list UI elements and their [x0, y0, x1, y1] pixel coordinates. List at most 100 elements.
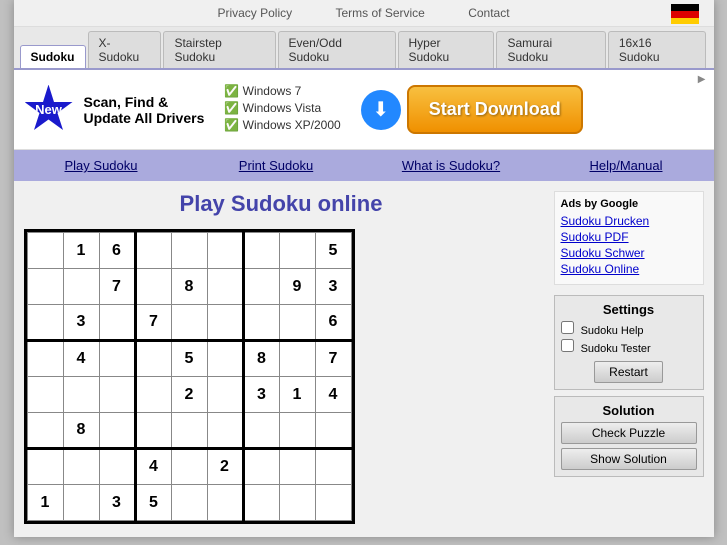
sudoku-cell-2-6[interactable]: [243, 305, 279, 341]
ad-link-1[interactable]: Sudoku Drucken: [561, 214, 697, 228]
tab-evenodd-sudoku[interactable]: Even/Odd Sudoku: [278, 31, 396, 68]
sudoku-cell-3-3[interactable]: [135, 341, 171, 377]
tab-x-sudoku[interactable]: X-Sudoku: [88, 31, 162, 68]
sudoku-cell-6-8[interactable]: [315, 449, 351, 485]
sudoku-cell-3-2[interactable]: [99, 341, 135, 377]
sudoku-cell-0-4[interactable]: [171, 233, 207, 269]
sudoku-cell-1-2[interactable]: 7: [99, 269, 135, 305]
sudoku-cell-4-4[interactable]: 2: [171, 377, 207, 413]
sudoku-cell-6-3[interactable]: 4: [135, 449, 171, 485]
tab-hyper-sudoku[interactable]: Hyper Sudoku: [398, 31, 495, 68]
sudoku-cell-6-2[interactable]: [99, 449, 135, 485]
sudoku-grid: 165789337645872314842135: [24, 229, 355, 524]
sudoku-cell-0-6[interactable]: [243, 233, 279, 269]
sudoku-cell-7-7[interactable]: [279, 485, 315, 521]
sudoku-cell-3-6[interactable]: 8: [243, 341, 279, 377]
sudoku-cell-0-8[interactable]: 5: [315, 233, 351, 269]
sudoku-cell-1-8[interactable]: 3: [315, 269, 351, 305]
sudoku-cell-5-3[interactable]: [135, 413, 171, 449]
sudoku-cell-5-6[interactable]: [243, 413, 279, 449]
sudoku-cell-2-1[interactable]: 3: [63, 305, 99, 341]
sudoku-cell-5-2[interactable]: [99, 413, 135, 449]
sudoku-cell-6-1[interactable]: [63, 449, 99, 485]
sudoku-cell-3-0[interactable]: [27, 341, 63, 377]
sudoku-cell-0-7[interactable]: [279, 233, 315, 269]
sudoku-cell-2-5[interactable]: [207, 305, 243, 341]
sudoku-cell-6-0[interactable]: [27, 449, 63, 485]
sudoku-cell-0-2[interactable]: 6: [99, 233, 135, 269]
sudoku-cell-0-0[interactable]: [27, 233, 63, 269]
sudoku-cell-0-1[interactable]: 1: [63, 233, 99, 269]
sudoku-cell-7-0[interactable]: 1: [27, 485, 63, 521]
sudoku-cell-4-8[interactable]: 4: [315, 377, 351, 413]
terms-of-service-link[interactable]: Terms of Service: [335, 6, 424, 20]
sudoku-cell-4-7[interactable]: 1: [279, 377, 315, 413]
left-column: Play Sudoku online 165789337645872314842…: [24, 191, 539, 527]
contact-link[interactable]: Contact: [468, 6, 509, 20]
sudoku-cell-0-5[interactable]: [207, 233, 243, 269]
sudoku-cell-7-5[interactable]: [207, 485, 243, 521]
sudoku-cell-1-0[interactable]: [27, 269, 63, 305]
sudoku-cell-5-4[interactable]: [171, 413, 207, 449]
sudoku-cell-0-3[interactable]: [135, 233, 171, 269]
sudoku-cell-2-3[interactable]: 7: [135, 305, 171, 341]
sudoku-cell-1-4[interactable]: 8: [171, 269, 207, 305]
sudoku-cell-7-1[interactable]: [63, 485, 99, 521]
sudoku-cell-2-0[interactable]: [27, 305, 63, 341]
sudoku-tester-checkbox[interactable]: [561, 339, 574, 352]
sudoku-cell-2-2[interactable]: [99, 305, 135, 341]
sudoku-cell-4-5[interactable]: [207, 377, 243, 413]
ad-link-2[interactable]: Sudoku PDF: [561, 230, 697, 244]
sudoku-cell-2-8[interactable]: 6: [315, 305, 351, 341]
sudoku-cell-4-6[interactable]: 3: [243, 377, 279, 413]
sudoku-cell-1-3[interactable]: [135, 269, 171, 305]
sudoku-cell-4-3[interactable]: [135, 377, 171, 413]
check-puzzle-button[interactable]: Check Puzzle: [561, 422, 697, 444]
tab-stairstep-sudoku[interactable]: Stairstep Sudoku: [163, 31, 275, 68]
sudoku-cell-7-2[interactable]: 3: [99, 485, 135, 521]
sudoku-cell-6-4[interactable]: [171, 449, 207, 485]
start-download-button[interactable]: Start Download: [407, 85, 583, 134]
sudoku-cell-5-5[interactable]: [207, 413, 243, 449]
sudoku-cell-3-5[interactable]: [207, 341, 243, 377]
show-solution-button[interactable]: Show Solution: [561, 448, 697, 470]
tab-sudoku[interactable]: Sudoku: [20, 45, 86, 68]
settings-title: Settings: [561, 302, 697, 317]
sudoku-help-checkbox[interactable]: [561, 321, 574, 334]
tab-16x16-sudoku[interactable]: 16x16 Sudoku: [608, 31, 706, 68]
sudoku-cell-6-5[interactable]: 2: [207, 449, 243, 485]
nav-what-is-sudoku[interactable]: What is Sudoku?: [364, 150, 539, 181]
sudoku-cell-3-1[interactable]: 4: [63, 341, 99, 377]
sudoku-cell-5-0[interactable]: [27, 413, 63, 449]
sudoku-cell-6-6[interactable]: [243, 449, 279, 485]
sudoku-cell-7-8[interactable]: [315, 485, 351, 521]
restart-button[interactable]: Restart: [594, 361, 663, 383]
sudoku-cell-3-4[interactable]: 5: [171, 341, 207, 377]
sudoku-cell-3-7[interactable]: [279, 341, 315, 377]
nav-help-manual[interactable]: Help/Manual: [539, 150, 714, 181]
sudoku-cell-7-3[interactable]: 5: [135, 485, 171, 521]
sudoku-cell-5-7[interactable]: [279, 413, 315, 449]
sudoku-cell-4-2[interactable]: [99, 377, 135, 413]
sudoku-cell-2-4[interactable]: [171, 305, 207, 341]
ad-feature-2: Windows Vista: [224, 101, 340, 115]
tab-samurai-sudoku[interactable]: Samurai Sudoku: [496, 31, 605, 68]
sudoku-cell-1-5[interactable]: [207, 269, 243, 305]
sudoku-cell-5-8[interactable]: [315, 413, 351, 449]
sudoku-cell-4-0[interactable]: [27, 377, 63, 413]
sudoku-cell-6-7[interactable]: [279, 449, 315, 485]
sudoku-cell-5-1[interactable]: 8: [63, 413, 99, 449]
ad-link-4[interactable]: Sudoku Online: [561, 262, 697, 276]
sudoku-cell-1-1[interactable]: [63, 269, 99, 305]
sudoku-cell-1-6[interactable]: [243, 269, 279, 305]
privacy-policy-link[interactable]: Privacy Policy: [217, 6, 292, 20]
sudoku-cell-7-6[interactable]: [243, 485, 279, 521]
sudoku-cell-4-1[interactable]: [63, 377, 99, 413]
sudoku-cell-2-7[interactable]: [279, 305, 315, 341]
sudoku-cell-3-8[interactable]: 7: [315, 341, 351, 377]
ad-link-3[interactable]: Sudoku Schwer: [561, 246, 697, 260]
sudoku-cell-1-7[interactable]: 9: [279, 269, 315, 305]
nav-print-sudoku[interactable]: Print Sudoku: [189, 150, 364, 181]
sudoku-cell-7-4[interactable]: [171, 485, 207, 521]
nav-play-sudoku[interactable]: Play Sudoku: [14, 150, 189, 181]
